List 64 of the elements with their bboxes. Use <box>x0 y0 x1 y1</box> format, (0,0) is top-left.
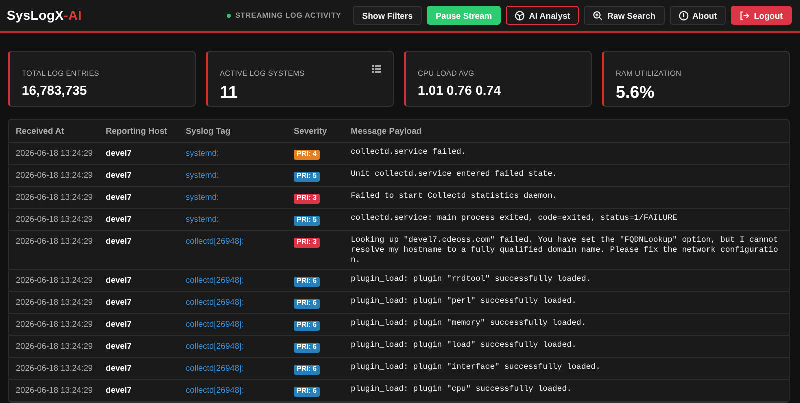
syslog-tag: collectd[26948]: <box>186 274 244 287</box>
timestamp: 2026-06-18 13:24:29 <box>16 296 94 309</box>
host-name: devel7 <box>106 191 132 204</box>
message-text: plugin_load: plugin "load" successfully loaded. <box>351 341 577 350</box>
logout-button[interactable]: Logout <box>731 6 792 25</box>
cube-icon <box>515 10 526 20</box>
column-header: Received At <box>16 126 64 136</box>
host-name: devel7 <box>106 318 132 331</box>
stat-value: 16,783,735 <box>22 83 88 98</box>
host-name: devel7 <box>106 274 132 287</box>
timestamp: 2026-06-18 13:24:29 <box>16 318 94 331</box>
timestamp: 2026-06-18 13:24:29 <box>16 169 94 182</box>
timestamp: 2026-06-18 13:24:29 <box>16 274 94 287</box>
timestamp: 2026-06-18 13:24:29 <box>16 362 94 375</box>
syslog-tag: systemd: <box>186 147 220 160</box>
timestamp: 2026-06-18 13:24:29 <box>16 213 94 226</box>
syslog-tag: collectd[26948]: <box>186 296 244 309</box>
host-name: devel7 <box>106 296 132 309</box>
message-text: plugin_load: plugin "perl" successfully loaded. <box>351 297 577 306</box>
message-text: collectd.service failed. <box>351 148 466 157</box>
syslog-tag: collectd[26948]: <box>186 340 244 353</box>
message-text: Failed to start Collectd statistics daemon. <box>351 192 558 201</box>
host-name: devel7 <box>106 362 132 375</box>
syslog-tag: collectd[26948]: <box>186 318 244 331</box>
host-name: devel7 <box>106 340 132 353</box>
app-logo: SysLogX-AI <box>7 8 82 23</box>
column-header: Reporting Host <box>106 126 168 136</box>
info-icon <box>678 10 689 20</box>
message-text: Unit collectd.service entered failed state. <box>351 170 558 179</box>
stat-value: 11 <box>220 83 238 103</box>
timestamp: 2026-06-18 13:24:29 <box>16 384 94 397</box>
host-name: devel7 <box>106 213 132 226</box>
message-text: plugin_load: plugin "rrdtool" successfully loaded. <box>351 275 592 284</box>
message-text: Looking up "devel7.cdeoss.com" failed. You have set the "FQDNLookup" option, but I cannot resolve my hostname to a fully qualified domain name. Please fix the network configuration. <box>351 236 778 265</box>
stat-value: 1.01 0.76 0.74 <box>418 83 502 98</box>
column-header: Syslog Tag <box>186 126 231 136</box>
syslog-tag: systemd: <box>186 169 220 182</box>
ai-analyst-button[interactable]: AI Analyst <box>506 6 580 25</box>
timestamp: 2026-06-18 13:24:29 <box>16 147 94 160</box>
message-text: plugin_load: plugin "interface" successfully loaded. <box>351 363 601 372</box>
timestamp: 2026-06-18 13:24:29 <box>16 235 94 248</box>
message-text: plugin_load: plugin "cpu" successfully loaded. <box>351 385 572 394</box>
message-text: collectd.service: main process exited, code=exited, status=1/FAILURE <box>351 214 678 223</box>
host-name: devel7 <box>106 384 132 397</box>
list-icon <box>372 65 381 73</box>
message-text: plugin_load: plugin "memory" successfully loaded. <box>351 319 586 328</box>
logout-icon <box>740 10 750 20</box>
syslog-tag: collectd[26948]: <box>186 362 244 375</box>
timestamp: 2026-06-18 13:24:29 <box>16 191 94 204</box>
column-header: Message Payload <box>351 126 422 136</box>
syslog-tag: collectd[26948]: <box>186 384 244 397</box>
host-name: devel7 <box>106 169 132 182</box>
timestamp: 2026-06-18 13:24:29 <box>16 340 94 353</box>
about-button[interactable]: About <box>670 6 726 25</box>
column-header: Severity <box>294 126 328 136</box>
filters-button[interactable]: Show Filters <box>353 6 422 25</box>
stat-value: 5.6% <box>616 83 655 103</box>
host-name: devel7 <box>106 147 132 160</box>
syslog-tag: systemd: <box>186 213 220 226</box>
syslog-tag: systemd: <box>186 191 220 204</box>
host-name: devel7 <box>106 235 132 248</box>
search-icon <box>593 10 604 20</box>
raw-search-button[interactable]: Raw Search <box>584 6 665 25</box>
syslog-tag: collectd[26948]: <box>186 235 244 248</box>
